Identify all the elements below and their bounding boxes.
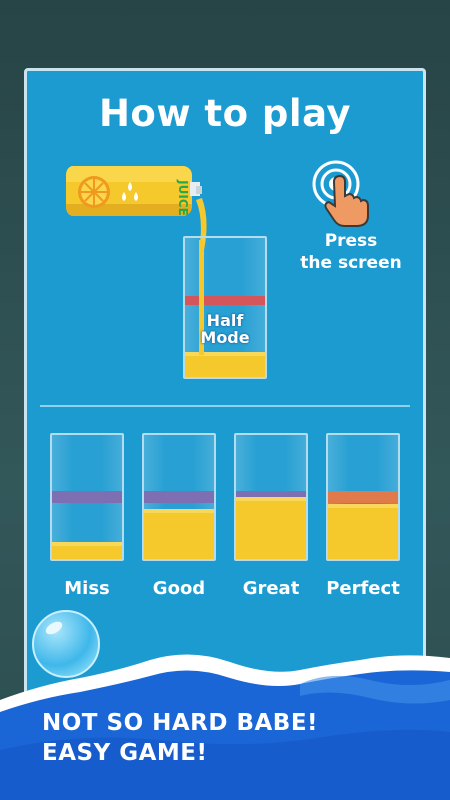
result-label: Perfect <box>326 578 400 599</box>
target-line <box>144 491 214 503</box>
juice-fill <box>144 509 214 559</box>
banner-line-2: EASY GAME! <box>42 740 208 766</box>
result-glass-perfect <box>326 433 400 561</box>
banner-line-1: NOT SO HARD BABE! <box>42 710 319 736</box>
result-label: Miss <box>64 578 110 599</box>
juice-fill <box>52 542 122 559</box>
tap-hand-icon[interactable] <box>304 160 384 228</box>
demo-glass-label: Half Mode <box>183 312 267 346</box>
demo-glass <box>183 236 267 379</box>
juice-pack-label: JUICE <box>176 180 190 216</box>
instruction-line-1: Press <box>324 231 378 251</box>
result-glass-miss <box>50 433 124 561</box>
juice-fill <box>236 497 306 559</box>
half-target-line <box>185 296 265 305</box>
divider <box>40 405 410 407</box>
instruction-line-2: the screen <box>300 253 402 273</box>
result-label: Good <box>152 578 206 599</box>
demo-label-line-2: Mode <box>200 328 250 347</box>
result-label: Great <box>242 578 300 599</box>
result-glass-great <box>234 433 308 561</box>
target-line <box>328 491 398 503</box>
instruction-text: Press the screen <box>290 230 412 274</box>
demo-label-line-1: Half <box>206 311 244 330</box>
demo-juice-fill <box>185 352 265 377</box>
result-glass-good <box>142 433 216 561</box>
target-line <box>52 491 122 503</box>
page-title: How to play <box>98 92 352 135</box>
juice-fill <box>328 504 398 559</box>
